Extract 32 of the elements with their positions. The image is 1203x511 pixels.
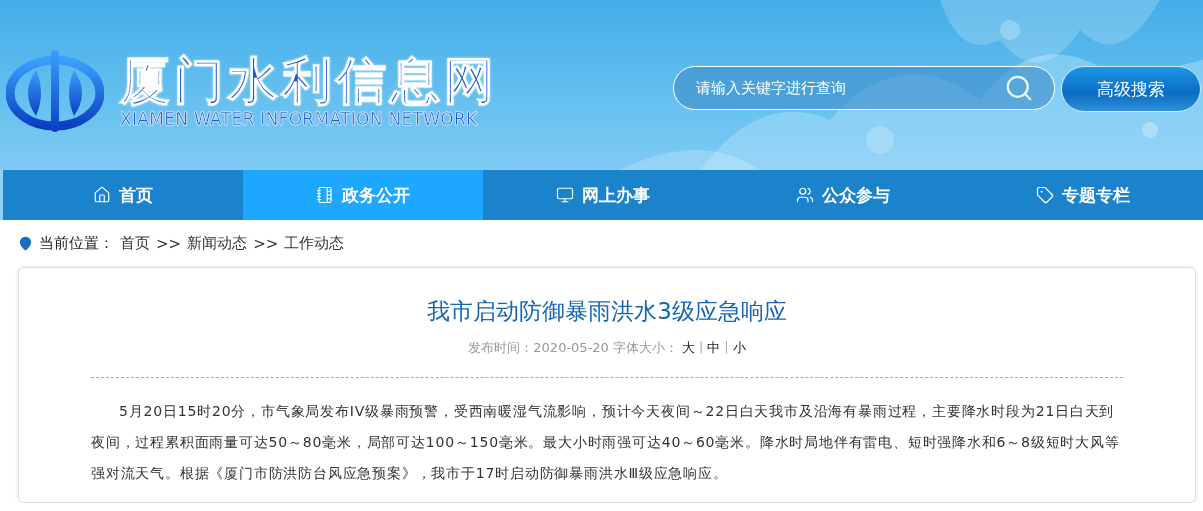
nav-tab[interactable]: 专题专栏 <box>963 170 1203 220</box>
font-size-link[interactable]: 小 <box>732 339 746 357</box>
article-body: 5月20日15时20分，市气象局发布IV级暴雨预警，受西南暖湿气流影响，预计今天夜间～22日白天我市及沿海有暴雨过程，主要降水时段为21日白天到夜间，过程累积面雨量可达50～80毫米，局部可达100～150毫米。最大小时雨强可达40～60毫米。降水时局地伴有雷电、短时强降水和6～8级短时大风等强对流天气。根据《厦门市防洪防台风应急预案》，我市于17时启动防御暴雨洪水Ⅲ级应急响应。 <box>91 402 1121 483</box>
search-icon[interactable] <box>1004 73 1034 103</box>
nav-tab[interactable]: 公众参与 <box>723 170 963 220</box>
tag-icon <box>1036 186 1054 204</box>
nav-tab[interactable]: 首页 <box>3 170 243 220</box>
breadcrumb-separator: >> <box>253 234 279 253</box>
breadcrumb-link[interactable]: 新闻动态 <box>187 234 248 253</box>
separator: | <box>724 339 729 356</box>
notebook-icon <box>316 186 334 204</box>
logo-icon <box>6 48 104 134</box>
users-icon <box>796 186 814 204</box>
nav-tab[interactable]: 网上办事 <box>483 170 723 220</box>
advanced-search-button[interactable]: 高级搜索 <box>1061 66 1201 112</box>
breadcrumb-link[interactable]: 工作动态 <box>284 234 345 253</box>
publish-date: 发布时间：2020-05-20 <box>468 339 609 357</box>
search-field[interactable]: 请输入关键字进行查询 <box>694 78 1004 98</box>
monitor-icon <box>556 186 574 204</box>
breadcrumb-label: 当前位置： <box>39 234 114 253</box>
separator: | <box>698 339 704 356</box>
breadcrumb-separator: >> <box>156 234 182 253</box>
font-size-link[interactable]: 中 <box>707 339 721 357</box>
breadcrumb-link[interactable]: 首页 <box>120 234 150 253</box>
site-title: 厦门水利信息网 <box>120 53 498 109</box>
font-size-label: 字体大小： <box>612 339 678 357</box>
search-box[interactable]: 请输入关键字进行查询 <box>673 66 1055 110</box>
site-subtitle: XIAMEN WATER INFORMATION NETWORK <box>120 108 479 129</box>
home-icon <box>93 186 111 204</box>
location-pin-icon <box>18 236 33 251</box>
font-size-link[interactable]: 大 <box>681 339 695 357</box>
article-title: 我市启动防御暴雨洪水3级应急响应 <box>426 297 788 326</box>
